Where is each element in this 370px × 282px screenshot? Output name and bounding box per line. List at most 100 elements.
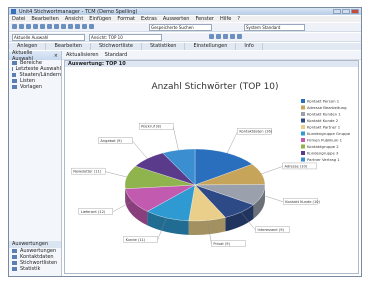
- tab-statistics[interactable]: Statistiken: [142, 43, 186, 50]
- legend-entry: Kundengruppe Gruppe: [307, 131, 351, 136]
- redo-icon[interactable]: [68, 24, 73, 29]
- open-icon[interactable]: [19, 24, 24, 29]
- tag-icon[interactable]: [223, 34, 228, 39]
- menu-window[interactable]: Fenster: [195, 16, 214, 22]
- menu-format[interactable]: Format: [117, 16, 135, 22]
- app-icon: [11, 9, 16, 14]
- chart-icon[interactable]: [230, 34, 235, 39]
- legend-swatch: [301, 118, 305, 123]
- legend-entry: Adresse Bearbeitung: [307, 105, 347, 110]
- view-combo[interactable]: Ansicht: TOP 10: [89, 34, 162, 41]
- folder-icon: [12, 85, 17, 89]
- app-window: Unit4 Stichwortmanager - TCM (Demo Spell…: [8, 7, 362, 277]
- legend-swatch: [301, 157, 305, 162]
- slice-label: Newsletter (11): [73, 170, 102, 174]
- leader-line: [172, 126, 179, 151]
- slice-label: Privat (9): [213, 242, 230, 246]
- slice-label: Kunde (11): [126, 238, 146, 242]
- menu-insert[interactable]: Einfügen: [89, 16, 111, 22]
- menu-edit[interactable]: Bearbeiten: [31, 16, 58, 22]
- export-icon[interactable]: [237, 34, 242, 39]
- leader-line: [227, 131, 238, 154]
- close-button[interactable]: [351, 9, 359, 14]
- tab-info[interactable]: Info: [236, 43, 263, 50]
- save-icon[interactable]: [26, 24, 31, 29]
- leader-line: [262, 194, 284, 203]
- legend-swatch: [301, 105, 305, 110]
- menu-view[interactable]: Ansicht: [65, 16, 83, 22]
- undo-icon[interactable]: [61, 24, 66, 29]
- menu-bar: Datei Bearbeiten Ansicht Einfügen Format…: [9, 16, 361, 22]
- maximize-button[interactable]: [342, 9, 350, 14]
- legend-entry: Kontakt Partner 1: [307, 125, 341, 130]
- folder-icon: [12, 79, 17, 83]
- slice-label: Kontakt Kunde (10): [285, 200, 320, 204]
- nav-group-header[interactable]: Auswertungen: [9, 241, 61, 248]
- leader-line: [132, 140, 148, 159]
- new-icon[interactable]: [12, 24, 17, 29]
- main-area: Aktualisieren Standard Auswertung: TOP 1…: [62, 51, 361, 276]
- legend-entry: Kontaktgruppe 2: [307, 144, 339, 149]
- report-icon: [12, 261, 17, 265]
- main-toolbar: Gespeicherte Suchen System Standard: [9, 23, 361, 32]
- slice-label: Rückruf (8): [141, 125, 162, 129]
- star-icon[interactable]: [209, 34, 214, 39]
- slice-label: Adresse (10): [284, 164, 307, 168]
- print-icon[interactable]: [33, 24, 38, 29]
- menu-tools[interactable]: Extras: [141, 16, 157, 22]
- slice-label: Kontaktdaten (16): [239, 130, 272, 134]
- folder-icon: [12, 73, 17, 77]
- close-icon[interactable]: ×: [54, 53, 58, 59]
- nav-header: Aktuelle Auswahl ×: [9, 50, 61, 62]
- slice-label: Interessent (9): [258, 228, 285, 232]
- ribbon-tabs: Anlegen Bearbeiten Stichwortliste Statis…: [9, 43, 361, 50]
- legend-swatch: [301, 151, 305, 155]
- legend-entry: Kontakt Kunde 2: [307, 118, 339, 123]
- tab-keyword-list[interactable]: Stichwortliste: [91, 43, 142, 50]
- folder-icon: [12, 61, 17, 65]
- title-bar: Unit4 Stichwortmanager - TCM (Demo Spell…: [9, 8, 361, 15]
- menu-about[interactable]: ?: [237, 16, 240, 22]
- paste-icon[interactable]: [54, 24, 59, 29]
- search-icon[interactable]: [75, 24, 80, 29]
- legend-entry: Kontakt Person 1: [307, 99, 340, 104]
- copy-icon[interactable]: [47, 24, 52, 29]
- chart-toolbar: Aktualisieren Standard: [62, 51, 361, 60]
- minimize-button[interactable]: [333, 9, 341, 14]
- cut-icon[interactable]: [40, 24, 45, 29]
- menu-help[interactable]: Hilfe: [220, 16, 231, 22]
- pie-slices: [124, 148, 266, 235]
- legend-swatch: [301, 138, 305, 142]
- window-title: Unit4 Stichwortmanager - TCM (Demo Spell…: [19, 9, 138, 15]
- tab-settings[interactable]: Einstellungen: [185, 43, 237, 50]
- filter-icon[interactable]: [82, 24, 87, 29]
- flag-icon[interactable]: [216, 34, 221, 39]
- legend-swatch: [301, 144, 305, 149]
- chart-title: Anzahl Stichwörter (TOP 10): [151, 82, 278, 92]
- legend-entry: Kundengruppe 3: [307, 151, 339, 156]
- style-dropdown[interactable]: Standard: [105, 52, 128, 58]
- legend-swatch: [301, 99, 305, 103]
- menu-evaluate[interactable]: Auswerten: [163, 16, 190, 22]
- menu-file[interactable]: Datei: [12, 16, 25, 22]
- legend-entry: Firmen Publikum 1: [307, 138, 343, 143]
- saved-search-combo[interactable]: Gespeicherte Suchen: [149, 24, 212, 31]
- report-icon: [12, 267, 17, 271]
- refresh-icon[interactable]: [89, 24, 94, 29]
- nav-item[interactable]: Statistik: [9, 266, 61, 272]
- chart-panel: Auswertung: TOP 10 Anzahl Stichwörter (T…: [64, 60, 359, 274]
- legend-swatch: [301, 131, 305, 136]
- slice-label: Lieferant (12): [81, 210, 106, 214]
- refresh-button[interactable]: Aktualisieren: [66, 52, 99, 58]
- tab-edit[interactable]: Bearbeiten: [46, 43, 91, 50]
- legend-swatch: [301, 112, 305, 116]
- navigation-pane: Aktuelle Auswahl × Bereiche Letzteste Au…: [9, 50, 62, 276]
- leader-line: [261, 166, 283, 175]
- nav-item[interactable]: Vorlagen: [9, 84, 61, 90]
- legend-swatch: [301, 125, 305, 129]
- legend-entry: Partner Vertrag 1: [307, 157, 340, 162]
- path-combo[interactable]: Aktuelle Auswahl: [12, 34, 85, 41]
- report-icon: [12, 249, 17, 253]
- secondary-toolbar: Aktuelle Auswahl Ansicht: TOP 10: [9, 33, 361, 42]
- domain-combo[interactable]: System Standard: [244, 24, 305, 31]
